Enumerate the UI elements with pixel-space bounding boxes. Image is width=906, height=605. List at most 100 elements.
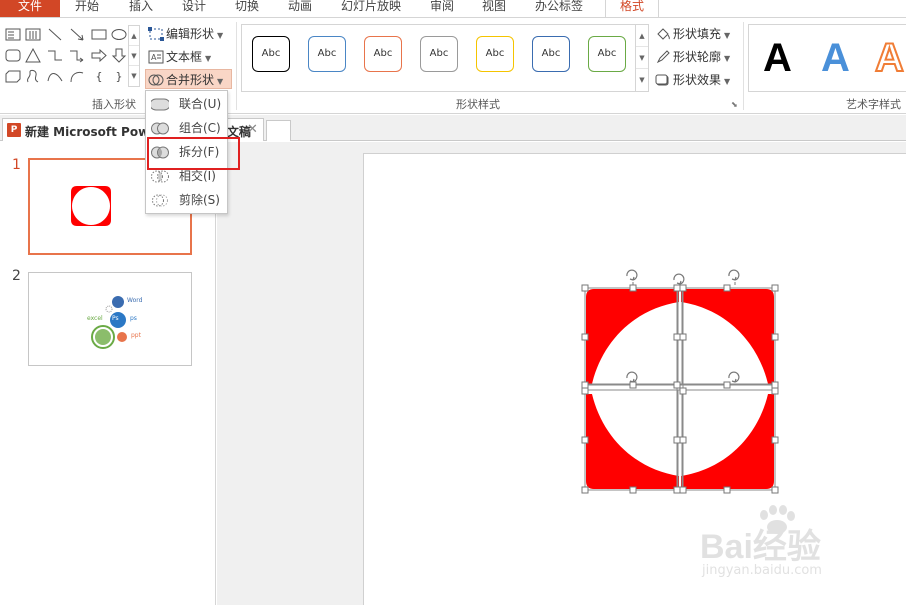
tab-transitions[interactable]: 切换 [235,0,259,17]
arrow-line-shape-icon[interactable] [69,27,85,42]
thumbnail-label-ppt: ppt [131,332,141,339]
shape-style-gallery[interactable]: Abc Abc Abc Abc Abc Abc Abc [241,24,636,92]
snip-rect-shape-icon[interactable] [5,69,21,84]
style-gallery-scroller[interactable]: ▲ ▼ ▼ [636,24,649,92]
shape-style-swatch[interactable]: Abc [532,36,570,72]
scroll-down-icon[interactable]: ▼ [636,47,648,69]
shape-style-swatch[interactable]: Abc [588,36,626,72]
powerpoint-icon: P [7,123,21,137]
merge-shapes-icon [148,74,164,86]
menu-item-union[interactable]: 联合(U) [146,93,227,116]
shape-style-swatch[interactable]: Abc [308,36,346,72]
wordart-gallery[interactable]: A A A [748,24,906,92]
thumbnail-label-word: Word [127,297,143,304]
insert-shapes-group-label: 插入形状 [92,98,136,111]
shape-outline-button[interactable]: 形状轮廓 ▼ [655,47,730,67]
intersect-icon [151,170,169,183]
arc-shape-icon[interactable] [69,69,85,84]
tab-animations[interactable]: 动画 [288,0,312,17]
tab-design[interactable]: 设计 [182,0,206,17]
text-box-icon: A [148,50,164,64]
shape-fill-button[interactable]: 形状填充 ▼ [655,24,730,44]
wordart-group-label: 艺术字样式 [846,98,901,111]
chevron-down-icon: ▼ [217,31,224,40]
fragment-highlight-box [147,137,240,170]
shape-effects-label: 形状效果 [673,73,722,87]
right-arrow-shape-icon[interactable] [91,48,107,63]
shape-outline-label: 形状轮廓 [673,50,722,64]
shape-style-swatch[interactable]: Abc [476,36,514,72]
close-icon[interactable]: ✕ [247,122,258,137]
shape-fill-label: 形状填充 [673,27,722,41]
shape-style-swatch[interactable]: Abc [252,36,290,72]
tab-office-tabs[interactable]: 办公标签 [535,0,583,17]
menu-item-label: 剪除(S) [179,193,220,207]
tab-insert[interactable]: 插入 [129,0,153,17]
menu-item-label: 联合(U) [179,97,222,111]
wordart-style-blue[interactable]: A [821,35,850,81]
elbow-arrow-shape-icon[interactable] [69,48,85,63]
scroll-down-icon[interactable]: ▼ [129,46,139,66]
elbow-connector-shape-icon[interactable] [47,48,63,63]
slide-thumbnail-2[interactable]: Word Ps ps excel ppt [28,272,192,366]
wordart-style-black[interactable]: A [763,35,792,81]
shape-gallery-scroller[interactable]: ▲ ▼ ▼ [128,25,140,87]
merge-shapes-label: 合并形状 [166,73,215,87]
tab-format[interactable]: 格式 [605,0,659,17]
chevron-down-icon: ▼ [724,31,731,40]
down-arrow-shape-icon[interactable] [111,48,127,63]
combine-icon [151,122,169,135]
chevron-down-icon: ▼ [205,54,212,63]
thumbnail-label-ps: ps [130,315,137,322]
text-box-button[interactable]: A 文本框 ▼ [146,47,211,67]
shape-styles-group-label: 形状样式 [456,98,500,111]
merge-shapes-button[interactable]: 合并形状 ▼ [145,69,232,89]
shape-style-swatch[interactable]: Abc [420,36,458,72]
menu-item-label: 组合(C) [179,121,221,135]
shape-gallery[interactable]: { } [5,25,127,87]
rectangle-shape-icon[interactable] [91,27,107,42]
edit-shape-button[interactable]: 编辑形状 ▼ [146,24,223,44]
tab-review[interactable]: 审阅 [430,0,454,17]
freeform-shape-icon[interactable] [25,69,41,84]
group-divider [743,22,744,110]
gallery-more-icon[interactable]: ▼ [129,66,139,86]
scroll-up-icon[interactable]: ▲ [636,25,648,47]
triangle-shape-icon[interactable] [25,47,41,63]
scroll-up-icon[interactable]: ▲ [129,26,139,46]
svg-text:A: A [151,53,157,62]
edit-shape-icon [148,27,164,41]
union-icon [151,98,169,111]
tab-view[interactable]: 视图 [482,0,506,17]
wordart-style-orange[interactable]: A [874,35,905,81]
shape-effects-icon [655,74,669,86]
dialog-launcher-icon[interactable]: ⬊ [731,100,738,109]
chevron-down-icon: ▼ [217,77,224,86]
vertical-textbox-shape-icon[interactable] [25,27,41,42]
line-shape-icon[interactable] [47,27,63,42]
tab-slideshow[interactable]: 幻灯片放映 [341,0,401,17]
slide-number: 2 [12,268,21,284]
rounded-rect-shape-icon[interactable] [5,48,21,63]
oval-shape-icon[interactable] [111,27,127,42]
ribbon: { } ▲ ▼ ▼ 编辑形状 ▼ A 文本框 ▼ 合并形状 ▼ 插入形状 Abc Ab… [0,17,906,114]
tab-home[interactable]: 开始 [75,0,99,17]
brace-shape-icon[interactable]: { [91,69,107,84]
text-box-label: 文本框 [166,50,203,64]
watermark-brand: Bai经验 [700,528,821,566]
menu-bar: 文件 开始 插入 设计 切换 动画 幻灯片放映 审阅 视图 办公标签 格式 [0,0,906,17]
split-shapes-group[interactable] [574,254,786,496]
new-tab-button[interactable] [266,120,291,141]
shape-style-swatch[interactable]: Abc [364,36,402,72]
baidu-watermark: Bai经验 jingyan.baidu.com [700,505,900,585]
gallery-more-icon[interactable]: ▼ [636,69,648,91]
pen-icon [656,50,670,64]
tab-file[interactable]: 文件 [0,0,60,17]
menu-item-subtract[interactable]: 剪除(S) [146,189,227,212]
thumbnail-shape [71,186,111,226]
curve-shape-icon[interactable] [47,69,63,84]
close-brace-shape-icon[interactable]: } [111,69,127,84]
shape-effects-button[interactable]: 形状效果 ▼ [655,70,730,90]
textbox-shape-icon[interactable] [5,27,21,42]
watermark-site: jingyan.baidu.com [702,563,822,578]
